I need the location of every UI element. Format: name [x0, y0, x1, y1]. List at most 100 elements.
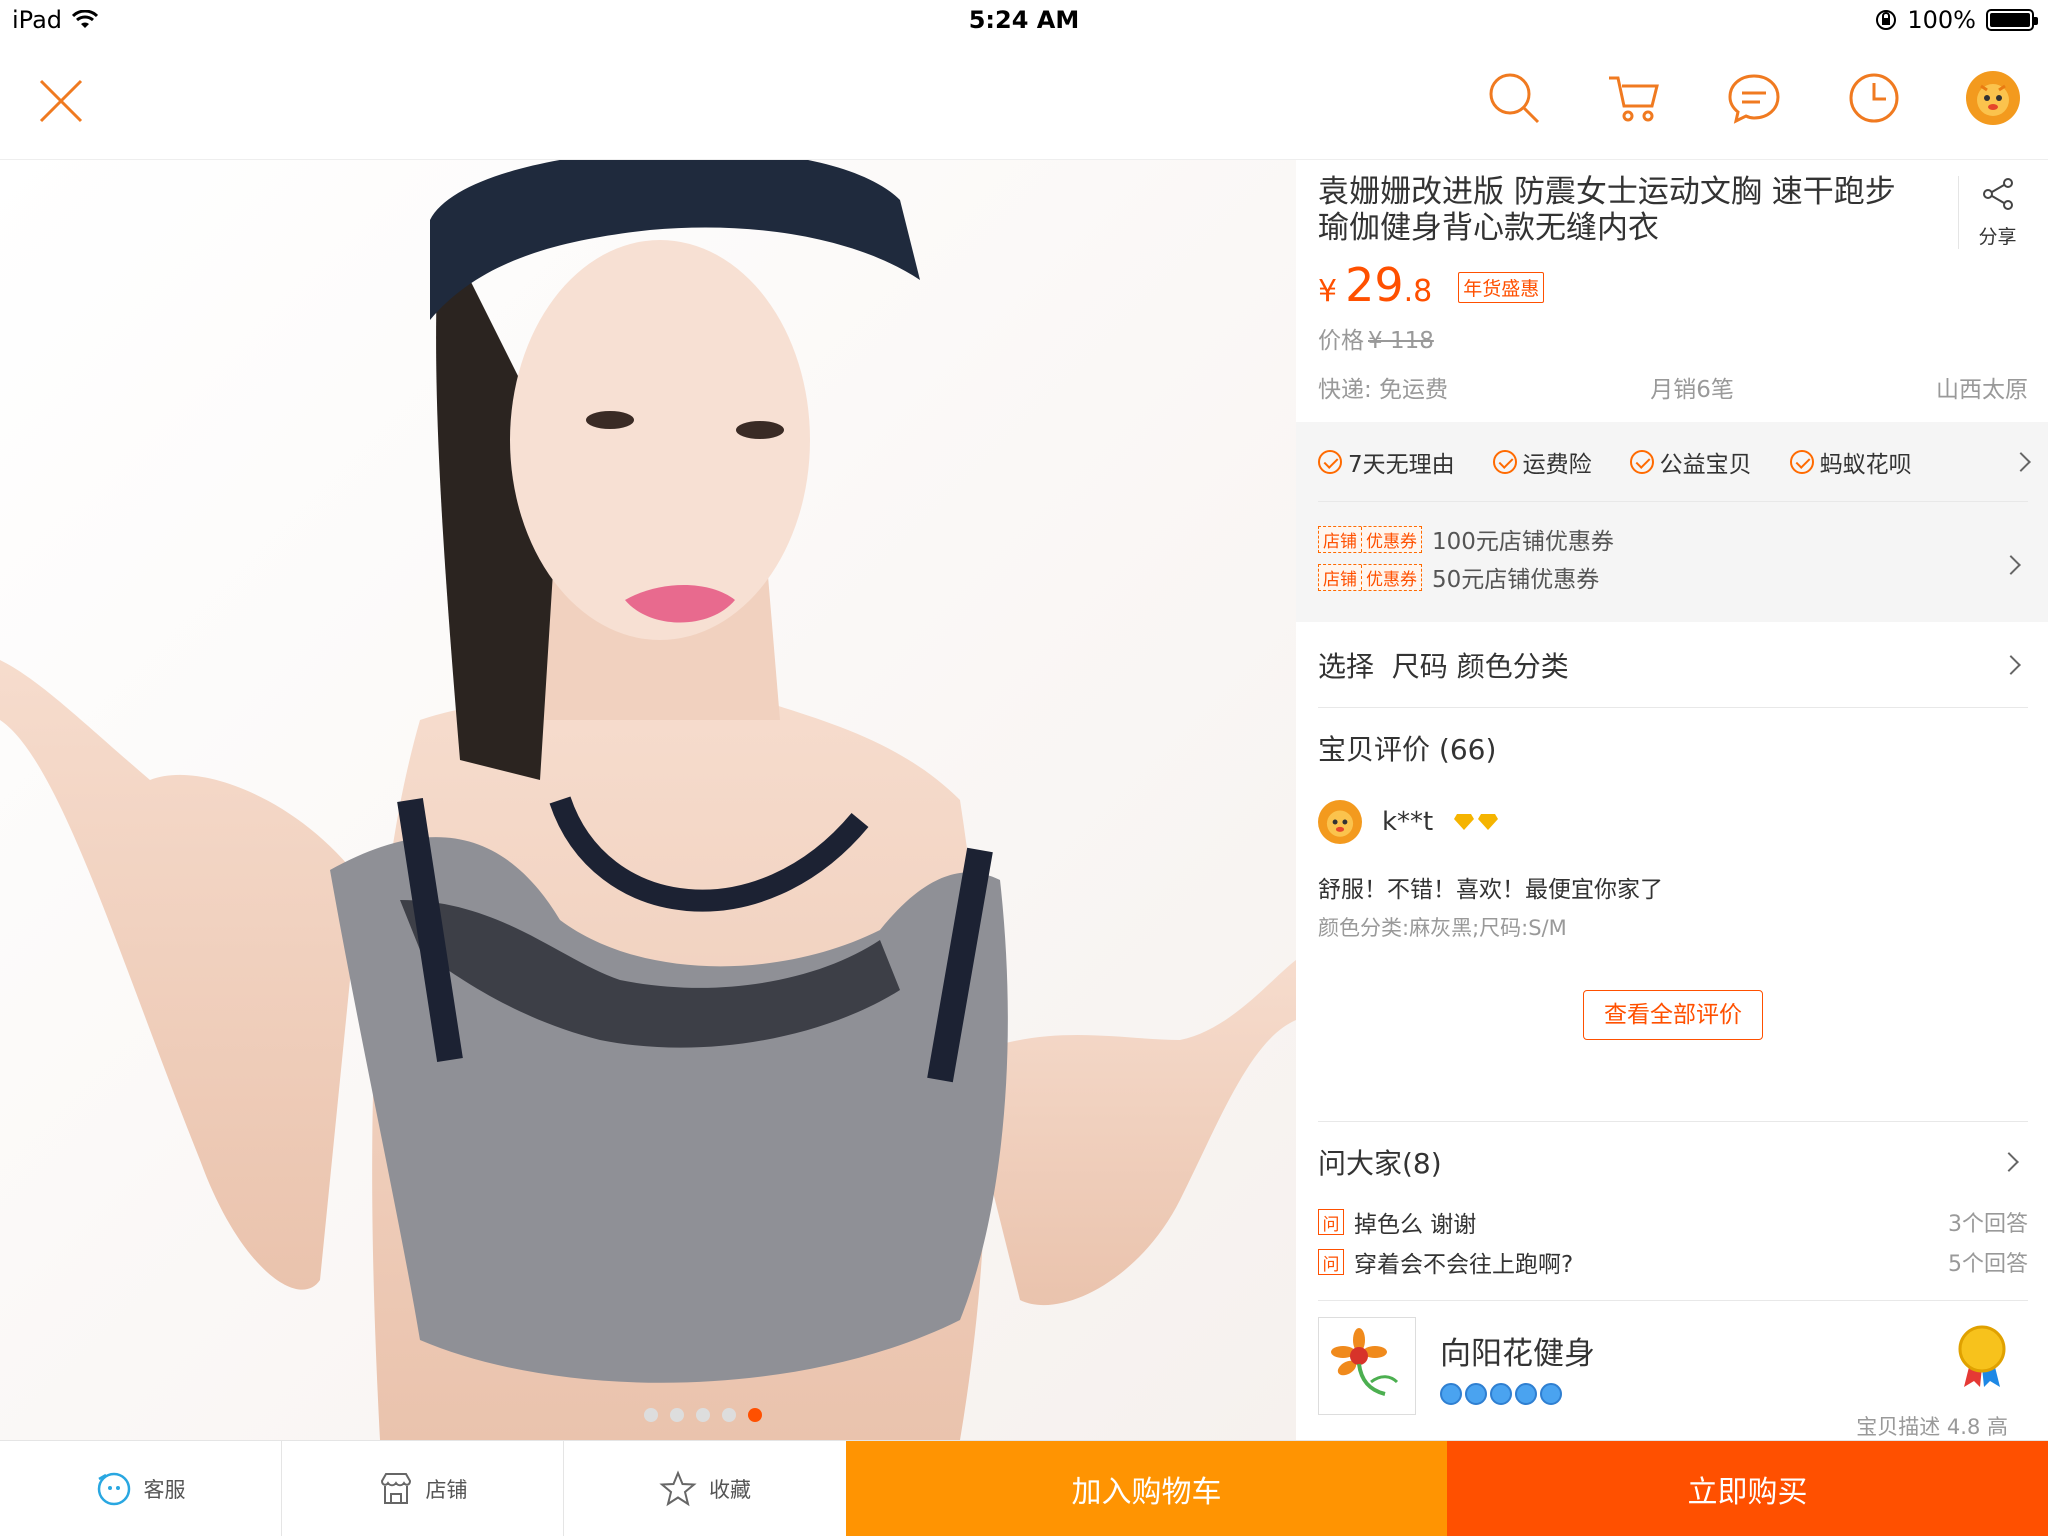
top-nav: [0, 40, 2048, 160]
orientation-lock-icon: [1876, 10, 1897, 30]
qa-item[interactable]: 问 穿着会不会往上跑啊? 5个回答: [1318, 1242, 2028, 1282]
reviewer-avatar: [1318, 800, 1362, 844]
pager-dot[interactable]: [696, 1408, 710, 1422]
question-badge: 问: [1318, 1249, 1344, 1275]
chevron-right-icon: [2001, 654, 2021, 675]
store-icon: [380, 1472, 411, 1504]
review-text: 舒服！不错！喜欢！最便宜你家了: [1318, 877, 1663, 903]
crown-icon: [1465, 1382, 1487, 1405]
question-badge: 问: [1318, 1209, 1344, 1235]
store-label: 店铺: [425, 1477, 468, 1502]
guarantee-item: 运费险: [1522, 451, 1592, 478]
close-icon[interactable]: [36, 76, 86, 126]
store-button[interactable]: 店铺: [282, 1441, 564, 1536]
chevron-right-icon: [2011, 451, 2031, 472]
original-price-value: ¥ 118: [1368, 328, 1434, 354]
crown-icon: [1440, 1382, 1462, 1405]
shop-logo: [1318, 1317, 1416, 1415]
mascot-icon: [1326, 810, 1354, 837]
diamond-icon: [1454, 814, 1475, 830]
price-decimal: .8: [1403, 274, 1433, 309]
review-sku: 颜色分类:麻灰黑;尺码:S/M: [1318, 916, 1567, 940]
search-icon[interactable]: [1486, 70, 1542, 126]
share-label: 分享: [1978, 226, 2017, 248]
crown-icon: [1540, 1382, 1562, 1405]
customer-service-button[interactable]: 客服: [0, 1441, 282, 1536]
service-icon: [97, 1472, 130, 1505]
user-avatar[interactable]: [1966, 71, 2020, 125]
answer-count: 3个回答: [1948, 1212, 2028, 1237]
shop-rating-peek: 宝贝描述 4.8 高: [1856, 1415, 2008, 1439]
pager-dot[interactable]: [722, 1408, 736, 1422]
service-guarantees[interactable]: 7天无理由 运费险 公益宝贝 蚂蚁花呗: [1318, 422, 2031, 502]
reviews-header[interactable]: 宝贝评价 (66): [1318, 708, 2028, 794]
favorite-label: 收藏: [709, 1477, 751, 1502]
buy-now-button[interactable]: 立即购买: [1447, 1441, 2048, 1536]
qa-header-label: 问大家(8): [1318, 1147, 1442, 1180]
price: ¥ 29 .8 年货盛惠: [1318, 258, 2028, 316]
history-icon[interactable]: [1846, 70, 1902, 126]
clock: 5:24 AM: [968, 6, 1080, 34]
shop-name: 向阳花健身: [1440, 1335, 1595, 1372]
ship-from: 山西太原: [1935, 377, 2028, 403]
check-icon: [1629, 449, 1654, 474]
gold-medal-icon: [1958, 1325, 2006, 1387]
chevron-right-icon: [1999, 1152, 2019, 1172]
monthly-sales: 月销6笔: [1650, 377, 1734, 403]
diamond-icon: [1478, 814, 1499, 830]
store-coupons[interactable]: 店铺 优惠券 100元店铺优惠券 店铺 优惠券 50元店铺优惠券: [1296, 502, 2048, 622]
product-title: 袁姗姗改进版 防震女士运动文胸 速干跑步瑜伽健身背心款无缝内衣: [1318, 174, 1896, 246]
promo-badge: 年货盛惠: [1458, 272, 1545, 303]
status-bar: iPad 5:24 AM 100%: [0, 0, 2048, 40]
share-button[interactable]: 分享: [1958, 176, 2028, 249]
pager-dot[interactable]: [670, 1408, 684, 1422]
cart-icon[interactable]: [1606, 70, 1662, 126]
mascot-icon: [1977, 84, 2009, 116]
pager-dot-active[interactable]: [748, 1408, 762, 1422]
crown-icon: [1490, 1382, 1512, 1405]
guarantee-item: 公益宝贝: [1659, 451, 1752, 478]
share-icon: [1982, 178, 2013, 210]
sunflower-logo-icon: [1331, 1328, 1399, 1396]
qa-item[interactable]: 问 掉色么 谢谢 3个回答: [1318, 1202, 2028, 1242]
coupon-item[interactable]: 店铺 优惠券 50元店铺优惠券: [1318, 558, 2028, 596]
shipping-info: 快递: 免运费 月销6笔 山西太原: [1318, 366, 2028, 422]
price-currency: ¥: [1318, 274, 1338, 309]
coupon-tag: 店铺 优惠券: [1318, 563, 1422, 591]
view-all-reviews-button[interactable]: 查看全部评价: [1583, 990, 1763, 1040]
guarantee-item: 7天无理由: [1348, 451, 1455, 478]
question-text: 穿着会不会往上跑啊?: [1354, 1252, 1574, 1278]
battery-percent: 100%: [1907, 6, 1976, 34]
product-image-gallery[interactable]: [0, 160, 1296, 1440]
guarantee-item: 蚂蚁花呗: [1819, 451, 1912, 478]
bottom-action-bar: 客服 店铺 收藏 加入购物车 立即购买: [0, 1440, 2048, 1536]
question-text: 掉色么 谢谢: [1354, 1212, 1477, 1238]
coupon-text: 50元店铺优惠券: [1432, 567, 1600, 593]
coupon-text: 100元店铺优惠券: [1432, 529, 1614, 555]
crown-icon: [1515, 1382, 1537, 1405]
product-details-panel: 袁姗姗改进版 防震女士运动文胸 速干跑步瑜伽健身背心款无缝内衣 分享 ¥ 29 …: [1296, 160, 2048, 1440]
favorite-button[interactable]: 收藏: [564, 1441, 846, 1536]
check-icon: [1318, 449, 1342, 474]
original-price: 价格 ¥ 118: [1318, 316, 2028, 366]
shop-card[interactable]: 向阳花健身 宝贝描述 4.8 高: [1318, 1301, 2028, 1439]
battery-icon: [1986, 9, 2038, 31]
add-to-cart-button[interactable]: 加入购物车: [846, 1441, 1447, 1536]
reviewer: k**t: [1318, 794, 2028, 850]
image-pager[interactable]: [0, 1408, 1296, 1422]
pager-dot[interactable]: [644, 1408, 658, 1422]
qa-header[interactable]: 问大家(8): [1318, 1122, 2028, 1202]
customer-service-label: 客服: [143, 1477, 186, 1502]
shipping-fee: 快递: 免运费: [1318, 377, 1449, 403]
sku-selector[interactable]: 选择 尺码 颜色分类: [1318, 622, 2028, 708]
message-icon[interactable]: [1726, 70, 1782, 126]
answer-count: 5个回答: [1948, 1252, 2028, 1277]
price-integer: 29: [1345, 258, 1404, 312]
coupon-item[interactable]: 店铺 优惠券 100元店铺优惠券: [1318, 520, 2028, 558]
coupon-tag: 店铺 优惠券: [1318, 525, 1422, 553]
shop-level: [1440, 1382, 1595, 1405]
product-photo: [0, 160, 1296, 1440]
sku-selector-label: 选择 尺码 颜色分类: [1318, 649, 1569, 683]
reviewer-name: k**t: [1382, 807, 1434, 837]
star-icon: [659, 1469, 697, 1506]
